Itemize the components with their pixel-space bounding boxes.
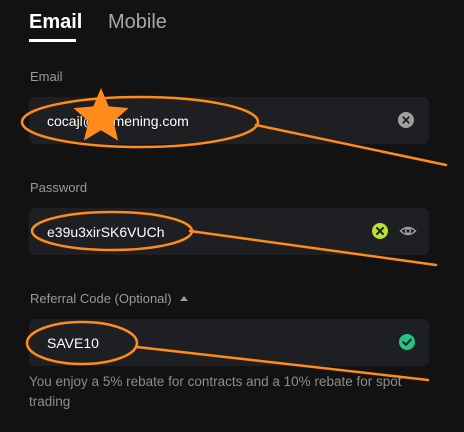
referral-toggle[interactable]: Referral Code (Optional) bbox=[30, 291, 188, 307]
referral-value: SAVE10 bbox=[47, 335, 99, 351]
clear-icon[interactable] bbox=[398, 112, 414, 128]
tab-mobile[interactable]: Mobile bbox=[108, 10, 167, 34]
password-label: Password bbox=[30, 180, 88, 195]
eye-icon[interactable] bbox=[399, 223, 417, 239]
email-label: Email bbox=[30, 69, 63, 84]
referral-label: Referral Code (Optional) bbox=[30, 291, 172, 306]
referral-code-field[interactable]: SAVE10 bbox=[29, 319, 429, 366]
active-tab-indicator bbox=[29, 39, 76, 42]
caret-up-icon bbox=[179, 296, 188, 301]
tab-email[interactable]: Email bbox=[29, 10, 82, 34]
email-value: cocajl@gamening.com bbox=[47, 113, 189, 129]
password-value: e39u3xirSK6VUCh bbox=[47, 224, 165, 240]
check-circle-icon bbox=[399, 334, 415, 350]
rebate-info-text: You enjoy a 5% rebate for contracts and … bbox=[29, 374, 402, 409]
login-method-tabs: Email Mobile bbox=[0, 0, 464, 46]
email-field[interactable]: cocajl@gamening.com bbox=[29, 97, 429, 144]
password-field[interactable]: e39u3xirSK6VUCh bbox=[29, 208, 429, 255]
check-icon bbox=[372, 223, 388, 239]
